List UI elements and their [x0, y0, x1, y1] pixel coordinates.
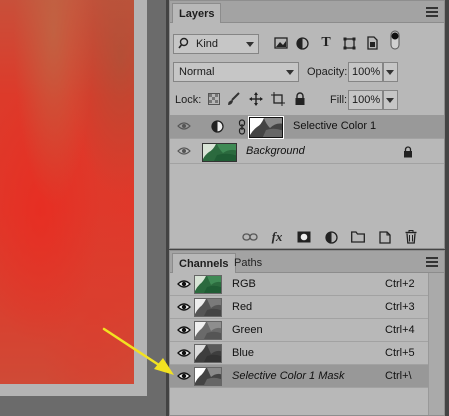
shape-filter-icon[interactable]	[341, 35, 357, 51]
document-edge-bottom	[0, 384, 147, 396]
chevron-down-icon	[246, 42, 254, 47]
lock-label: Lock:	[175, 94, 202, 106]
channel-thumbnail-green	[194, 321, 222, 340]
channel-shortcut: Ctrl+4	[385, 324, 415, 336]
channel-row-green[interactable]: Green Ctrl+4	[170, 319, 428, 342]
lock-all-icon[interactable]	[293, 92, 307, 106]
filter-kind-select[interactable]: Kind	[173, 34, 259, 54]
blend-mode-value: Normal	[179, 66, 215, 78]
channel-row-rgb[interactable]: RGB Ctrl+2	[170, 273, 428, 296]
chevron-down-icon	[386, 98, 394, 103]
type-filter-icon[interactable]: T	[318, 35, 334, 51]
panel-menu-icon[interactable]	[426, 257, 438, 267]
new-adjustment-icon[interactable]	[323, 229, 339, 245]
channels-panel: Channels Paths RGB Ctrl+2 Red Ctrl+3 Gre…	[169, 250, 445, 416]
layer-mask-thumbnail[interactable]	[248, 116, 284, 139]
blend-mode-select[interactable]: Normal	[173, 62, 299, 82]
panel-dock: Layers Kind T Normal Opacity: 100% Lock:…	[169, 0, 449, 416]
channel-thumbnail-blue	[194, 344, 222, 363]
pixel-filter-icon[interactable]	[273, 35, 289, 51]
trash-icon[interactable]	[403, 229, 419, 245]
filter-toggle-icon[interactable]	[387, 30, 403, 50]
fx-icon[interactable]: fx	[269, 229, 285, 245]
eye-icon[interactable]	[177, 279, 191, 289]
channel-row-blue[interactable]: Blue Ctrl+5	[170, 342, 428, 365]
opacity-slider-button[interactable]	[383, 62, 398, 82]
lock-artboard-icon[interactable]	[271, 92, 285, 106]
channel-shortcut: Ctrl+3	[385, 301, 415, 313]
layer-thumbnail[interactable]	[202, 143, 237, 162]
search-icon	[178, 35, 190, 57]
channels-tab-strip: Channels Paths	[170, 251, 444, 273]
layers-tab-strip: Layers	[170, 1, 444, 23]
filter-kind-label: Kind	[196, 38, 219, 50]
channel-thumbnail-mask	[194, 367, 222, 386]
channels-scrollbar[interactable]	[428, 273, 444, 415]
link-layers-icon[interactable]	[242, 229, 258, 245]
layer-row-background[interactable]: Background	[170, 140, 444, 164]
fill-slider-button[interactable]	[383, 90, 398, 110]
lock-position-icon[interactable]	[249, 92, 263, 106]
smart-object-filter-icon[interactable]	[364, 35, 380, 51]
new-layer-icon[interactable]	[377, 229, 393, 245]
opacity-input[interactable]: 100%	[348, 62, 383, 82]
add-mask-icon[interactable]	[296, 229, 312, 245]
lock-icon	[403, 146, 413, 161]
channel-shortcut: Ctrl+2	[385, 278, 415, 290]
eye-icon[interactable]	[177, 146, 191, 156]
channel-thumbnail-red	[194, 298, 222, 317]
layer-name: Selective Color 1	[293, 120, 377, 132]
tab-paths[interactable]: Paths	[228, 253, 268, 273]
adjustment-filter-icon[interactable]	[294, 35, 310, 51]
channel-name: RGB	[232, 278, 256, 290]
channel-row-red[interactable]: Red Ctrl+3	[170, 296, 428, 319]
layers-panel: Layers Kind T Normal Opacity: 100% Lock:…	[169, 0, 445, 249]
channel-row-selective-color-mask[interactable]: Selective Color 1 Mask Ctrl+\	[170, 365, 428, 388]
fill-input[interactable]: 100%	[348, 90, 383, 110]
chevron-down-icon	[386, 70, 394, 75]
adjustment-layer-icon	[211, 120, 224, 136]
layer-row-selective-color[interactable]: Selective Color 1	[170, 115, 444, 139]
lock-pixels-icon[interactable]	[207, 92, 221, 106]
opacity-label: Opacity:	[307, 66, 348, 78]
channel-thumbnail-rgb	[194, 275, 222, 294]
tab-channels[interactable]: Channels	[172, 253, 236, 273]
eye-icon[interactable]	[177, 121, 191, 131]
channel-shortcut: Ctrl+5	[385, 347, 415, 359]
layer-name: Background	[246, 145, 305, 157]
channel-shortcut: Ctrl+\	[385, 370, 412, 382]
fill-label: Fill:	[330, 94, 348, 106]
eye-icon[interactable]	[177, 302, 191, 312]
lock-paint-icon[interactable]	[227, 92, 241, 106]
arrow-annotation	[102, 327, 174, 375]
channel-name: Blue	[232, 347, 255, 359]
channel-name: Red	[232, 301, 253, 313]
channel-name: Green	[232, 324, 263, 336]
tab-layers[interactable]: Layers	[172, 3, 222, 23]
new-group-icon[interactable]	[350, 229, 366, 245]
channel-name: Selective Color 1 Mask	[232, 370, 345, 382]
chevron-down-icon	[286, 70, 294, 75]
panel-menu-icon[interactable]	[426, 7, 438, 17]
chain-link-icon[interactable]	[238, 119, 246, 138]
